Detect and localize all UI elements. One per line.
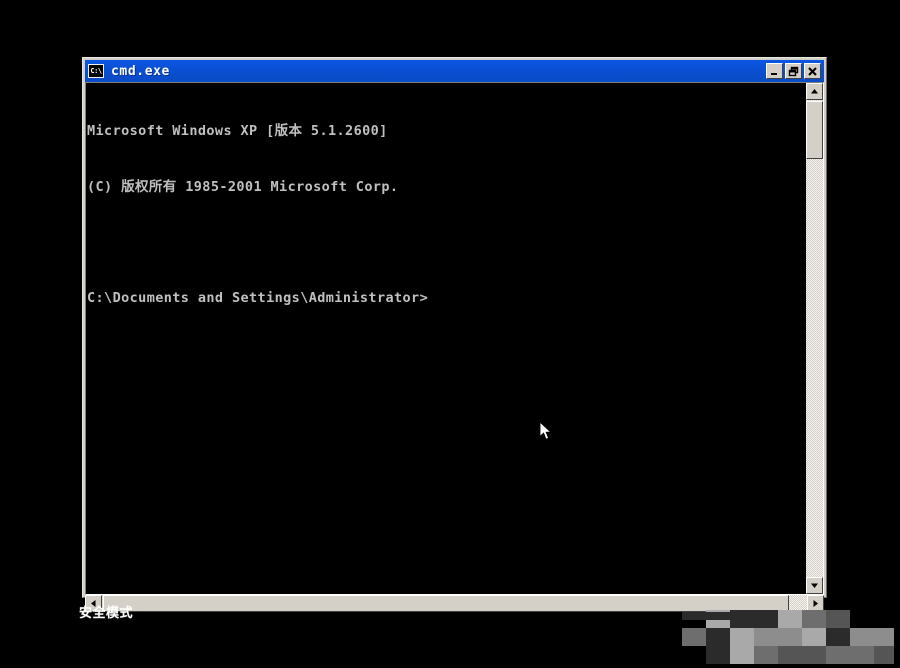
pixel-block xyxy=(802,610,826,628)
console-icon xyxy=(88,64,104,78)
mouse-cursor xyxy=(539,421,552,440)
vertical-scrollbar[interactable] xyxy=(806,83,823,594)
scroll-down-icon xyxy=(811,583,818,588)
window-title-bar[interactable]: cmd.exe xyxy=(85,60,824,82)
close-icon xyxy=(808,66,817,76)
scroll-down-button[interactable] xyxy=(806,577,823,594)
cmd-window[interactable]: cmd.exe xyxy=(82,57,827,612)
console-output: Microsoft Windows XP [版本 5.1.2600] (C) 版… xyxy=(87,85,787,344)
scroll-up-icon xyxy=(811,89,818,94)
pixel-block xyxy=(682,612,742,620)
scroll-up-button[interactable] xyxy=(806,83,823,100)
pixel-block xyxy=(826,628,850,646)
window-title: cmd.exe xyxy=(111,63,170,79)
pixel-block xyxy=(754,628,778,646)
pixel-block xyxy=(730,646,754,664)
close-button[interactable] xyxy=(804,63,821,79)
desktop-background: cmd.exe xyxy=(0,0,900,668)
restore-icon xyxy=(788,66,799,76)
pixel-block xyxy=(802,646,826,664)
console-line: (C) 版权所有 1985-2001 Microsoft Corp. xyxy=(87,178,399,195)
restore-button[interactable] xyxy=(785,63,802,79)
vertical-scrollbar-thumb[interactable] xyxy=(806,101,823,159)
pixel-block xyxy=(850,628,874,646)
pixel-block xyxy=(874,646,894,664)
safe-mode-watermark: 安全模式 xyxy=(79,606,134,621)
pixel-block xyxy=(802,628,826,646)
console-prompt-line: C:\Documents and Settings\Administrator> xyxy=(87,289,429,306)
pixel-block xyxy=(754,646,778,664)
pixel-block xyxy=(706,646,730,664)
minimize-icon xyxy=(771,72,777,75)
pixel-block xyxy=(826,610,850,628)
pixel-block xyxy=(754,610,778,628)
pixel-block xyxy=(778,610,802,628)
pixel-block xyxy=(682,628,706,646)
console-line: Microsoft Windows XP [版本 5.1.2600] xyxy=(87,123,388,139)
pixel-block xyxy=(874,628,894,646)
pixel-block xyxy=(778,646,802,664)
pixel-block xyxy=(826,646,850,664)
pixel-block xyxy=(706,628,730,646)
pixel-block xyxy=(850,646,874,664)
window-controls xyxy=(766,63,823,79)
pixel-block xyxy=(730,628,754,646)
console-client-area[interactable]: Microsoft Windows XP [版本 5.1.2600] (C) 版… xyxy=(85,82,824,595)
pixel-block xyxy=(778,628,802,646)
minimize-button[interactable] xyxy=(766,63,783,79)
pixelated-watermark xyxy=(682,604,894,666)
